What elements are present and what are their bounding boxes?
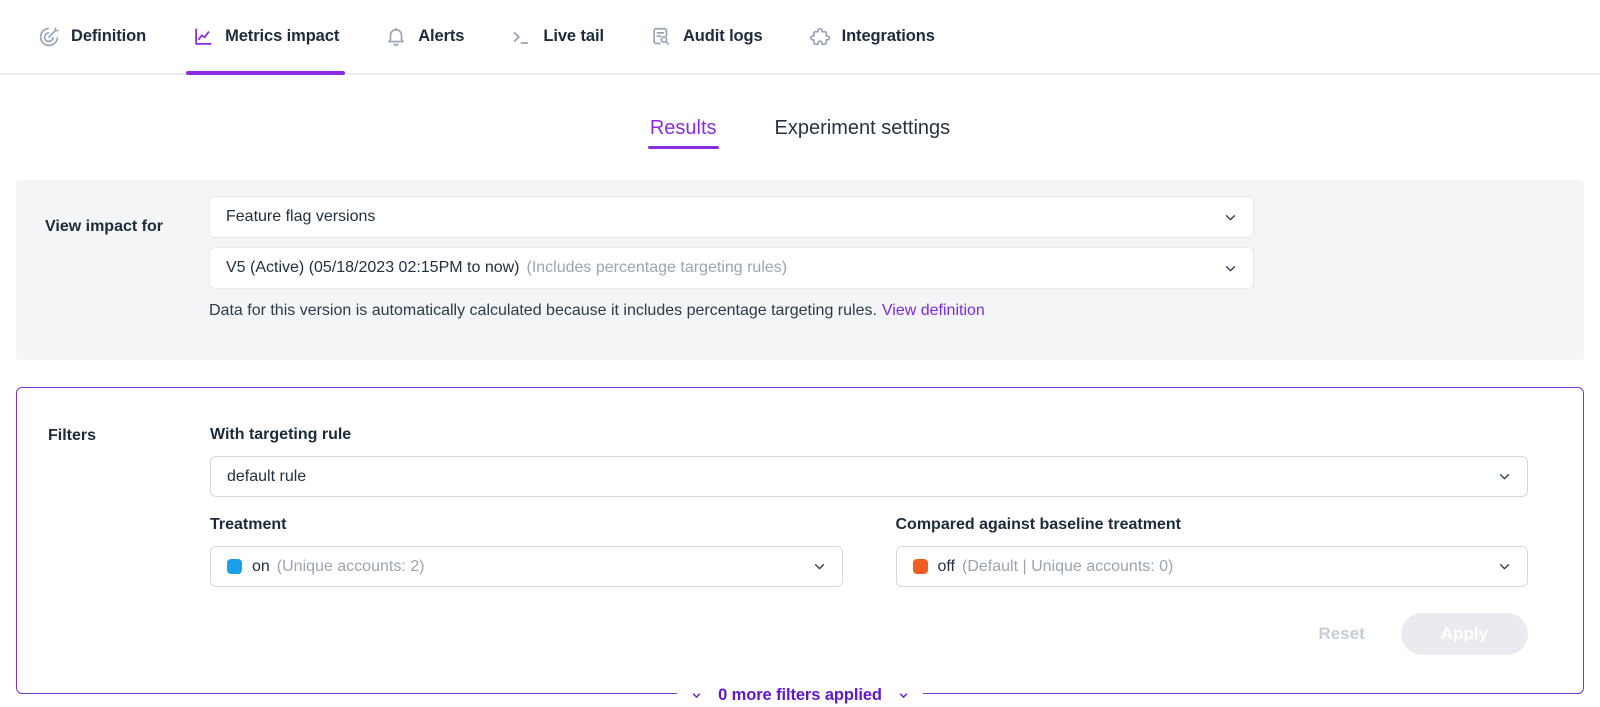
chevron-down-icon <box>897 689 910 702</box>
version-select[interactable]: V5 (Active) (05/18/2023 02:15PM to now) … <box>209 247 1254 289</box>
results-settings-tabs: Results Experiment settings <box>0 117 1600 149</box>
tab-label: Metrics impact <box>225 27 339 46</box>
treatment-note: (Unique accounts: 2) <box>277 558 425 576</box>
tab-definition[interactable]: Definition <box>38 0 146 73</box>
baseline-field: Compared against baseline treatment off … <box>896 516 1529 587</box>
treatment-on-swatch <box>227 559 242 574</box>
treatment-off-swatch <box>913 559 928 574</box>
tab-label: Alerts <box>418 27 464 46</box>
baseline-select[interactable]: off (Default | Unique accounts: 0) <box>896 546 1529 587</box>
treatment-select[interactable]: on (Unique accounts: 2) <box>210 546 843 587</box>
chevron-down-icon <box>1496 558 1513 575</box>
target-dart-icon <box>38 26 60 48</box>
version-type-select[interactable]: Feature flag versions <box>209 196 1254 238</box>
version-note: (Includes percentage targeting rules) <box>527 259 788 277</box>
more-filters-row: 0 more filters applied <box>17 684 1583 707</box>
version-type-value: Feature flag versions <box>226 208 375 226</box>
view-impact-panel: View impact for Feature flag versions V5… <box>16 180 1584 360</box>
tab-live-tail[interactable]: Live tail <box>510 0 604 73</box>
tab-label: Audit logs <box>683 27 763 46</box>
tab-label: Definition <box>71 27 146 46</box>
reset-button[interactable]: Reset <box>1312 623 1370 645</box>
tab-alerts[interactable]: Alerts <box>385 0 464 73</box>
tab-experiment-settings[interactable]: Experiment settings <box>775 117 951 149</box>
tab-label: Live tail <box>543 27 604 46</box>
targeting-rule-select[interactable]: default rule <box>210 456 1528 497</box>
chevron-down-icon <box>690 689 703 702</box>
document-search-icon <box>650 26 672 48</box>
treatment-value: on <box>252 558 270 576</box>
baseline-label: Compared against baseline treatment <box>896 516 1529 534</box>
version-helper-text: Data for this version is automatically c… <box>209 302 1254 320</box>
treatment-label: Treatment <box>210 516 843 534</box>
puzzle-icon <box>809 26 831 48</box>
terminal-icon <box>510 26 532 48</box>
view-definition-link[interactable]: View definition <box>882 302 985 319</box>
tab-results[interactable]: Results <box>650 117 717 149</box>
targeting-rule-label: With targeting rule <box>210 426 1528 444</box>
tab-audit-logs[interactable]: Audit logs <box>650 0 763 73</box>
filters-panel: Filters With targeting rule default rule… <box>16 387 1584 694</box>
targeting-rule-value: default rule <box>227 468 306 486</box>
chevron-down-icon <box>811 558 828 575</box>
bell-icon <box>385 26 407 48</box>
treatment-field: Treatment on (Unique accounts: 2) <box>210 516 843 587</box>
version-value: V5 (Active) (05/18/2023 02:15PM to now) <box>226 259 520 277</box>
apply-button[interactable]: Apply <box>1401 613 1528 655</box>
tab-integrations[interactable]: Integrations <box>809 0 935 73</box>
baseline-note: (Default | Unique accounts: 0) <box>962 558 1173 576</box>
chevron-down-icon <box>1222 260 1239 277</box>
top-tab-bar: Definition Metrics impact Alerts <box>0 0 1600 75</box>
more-filters-toggle[interactable]: 0 more filters applied <box>677 684 923 707</box>
view-impact-label: View impact for <box>45 196 209 336</box>
tab-metrics-impact[interactable]: Metrics impact <box>192 0 339 73</box>
baseline-value: off <box>938 558 956 576</box>
filters-actions: Reset Apply <box>210 613 1528 655</box>
chevron-down-icon <box>1496 468 1513 485</box>
filters-label: Filters <box>48 426 210 693</box>
line-chart-icon <box>192 26 214 48</box>
tab-label: Integrations <box>842 27 935 46</box>
chevron-down-icon <box>1222 209 1239 226</box>
